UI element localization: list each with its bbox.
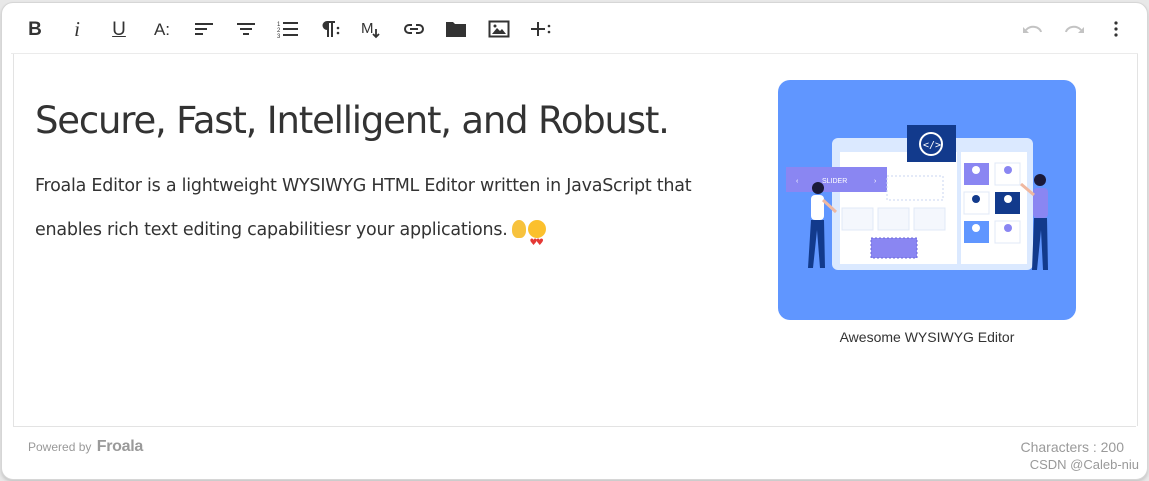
image-caption: Awesome WYSIWYG Editor	[839, 329, 1015, 345]
insert-image-button[interactable]	[482, 13, 516, 45]
folder-icon	[446, 22, 466, 37]
kebab-menu-icon	[1114, 21, 1118, 37]
froala-editor: B i U A: 1 2 3 M Secure, Fast, Intellige…	[1, 2, 1148, 480]
align-left-button[interactable]	[187, 13, 221, 45]
align-left-icon	[195, 23, 213, 35]
editor-illustration-image[interactable]: </> SLIDER ‹ ›	[778, 80, 1076, 320]
watermark: CSDN @Caleb-niu	[1029, 457, 1139, 472]
editor-content-area[interactable]: Secure, Fast, Intelligent, and Robust. F…	[13, 54, 1138, 426]
insert-file-button[interactable]	[439, 13, 473, 45]
illustration-svg: </> SLIDER ‹ ›	[786, 125, 1048, 270]
paragraph-format-button[interactable]	[313, 13, 347, 45]
underline-button[interactable]: U	[102, 13, 136, 45]
undo-button[interactable]	[1015, 13, 1049, 45]
content-heading: Secure, Fast, Intelligent, and Robust.	[35, 99, 670, 142]
image-icon	[488, 20, 510, 38]
markdown-button[interactable]: M	[355, 13, 389, 45]
ok-hand-emoji	[511, 220, 526, 238]
character-count: Characters : 200	[1020, 439, 1125, 455]
redo-icon	[1065, 25, 1084, 33]
slider-label: SLIDER	[822, 178, 847, 185]
insert-link-button[interactable]	[397, 13, 431, 45]
content-paragraph: Froala Editor is a lightweight WYSIWYG H…	[35, 164, 725, 265]
svg-text:3: 3	[277, 34, 281, 38]
more-options-button[interactable]	[1099, 13, 1133, 45]
ordered-list-icon: 1 2 3	[277, 22, 298, 38]
powered-by[interactable]: Powered by Froala	[28, 438, 143, 456]
paragraph-icon	[322, 21, 340, 37]
powered-by-label: Powered by	[28, 440, 92, 454]
align-center-button[interactable]	[229, 13, 263, 45]
svg-text:M: M	[361, 20, 374, 37]
heart-eyes-emoji	[527, 220, 546, 265]
text-size-icon: A:	[153, 19, 171, 39]
editor-image-figure[interactable]: </> SLIDER ‹ › Awesome WYSIWYG Editor	[778, 80, 1076, 345]
status-divider	[13, 426, 1136, 427]
undo-icon	[1023, 25, 1042, 33]
italic-icon: i	[74, 16, 80, 41]
bold-icon: B	[28, 18, 42, 40]
plus-more-icon	[531, 22, 551, 36]
redo-button[interactable]	[1058, 13, 1092, 45]
paragraph-text: Froala Editor is a lightweight WYSIWYG H…	[35, 176, 692, 240]
froala-logo: Froala	[96, 438, 144, 455]
link-icon	[404, 24, 424, 34]
toolbar: B i U A: 1 2 3 M	[2, 3, 1147, 53]
underline-icon: U	[112, 18, 126, 40]
markdown-icon: M	[361, 20, 380, 39]
text-format-button[interactable]: A:	[145, 13, 179, 45]
ordered-list-button[interactable]: 1 2 3	[271, 13, 305, 45]
italic-button[interactable]: i	[60, 13, 94, 45]
more-insert-button[interactable]	[524, 13, 558, 45]
align-center-icon	[237, 23, 255, 35]
bold-button[interactable]: B	[18, 13, 52, 45]
svg-text:</>: </>	[923, 140, 941, 151]
